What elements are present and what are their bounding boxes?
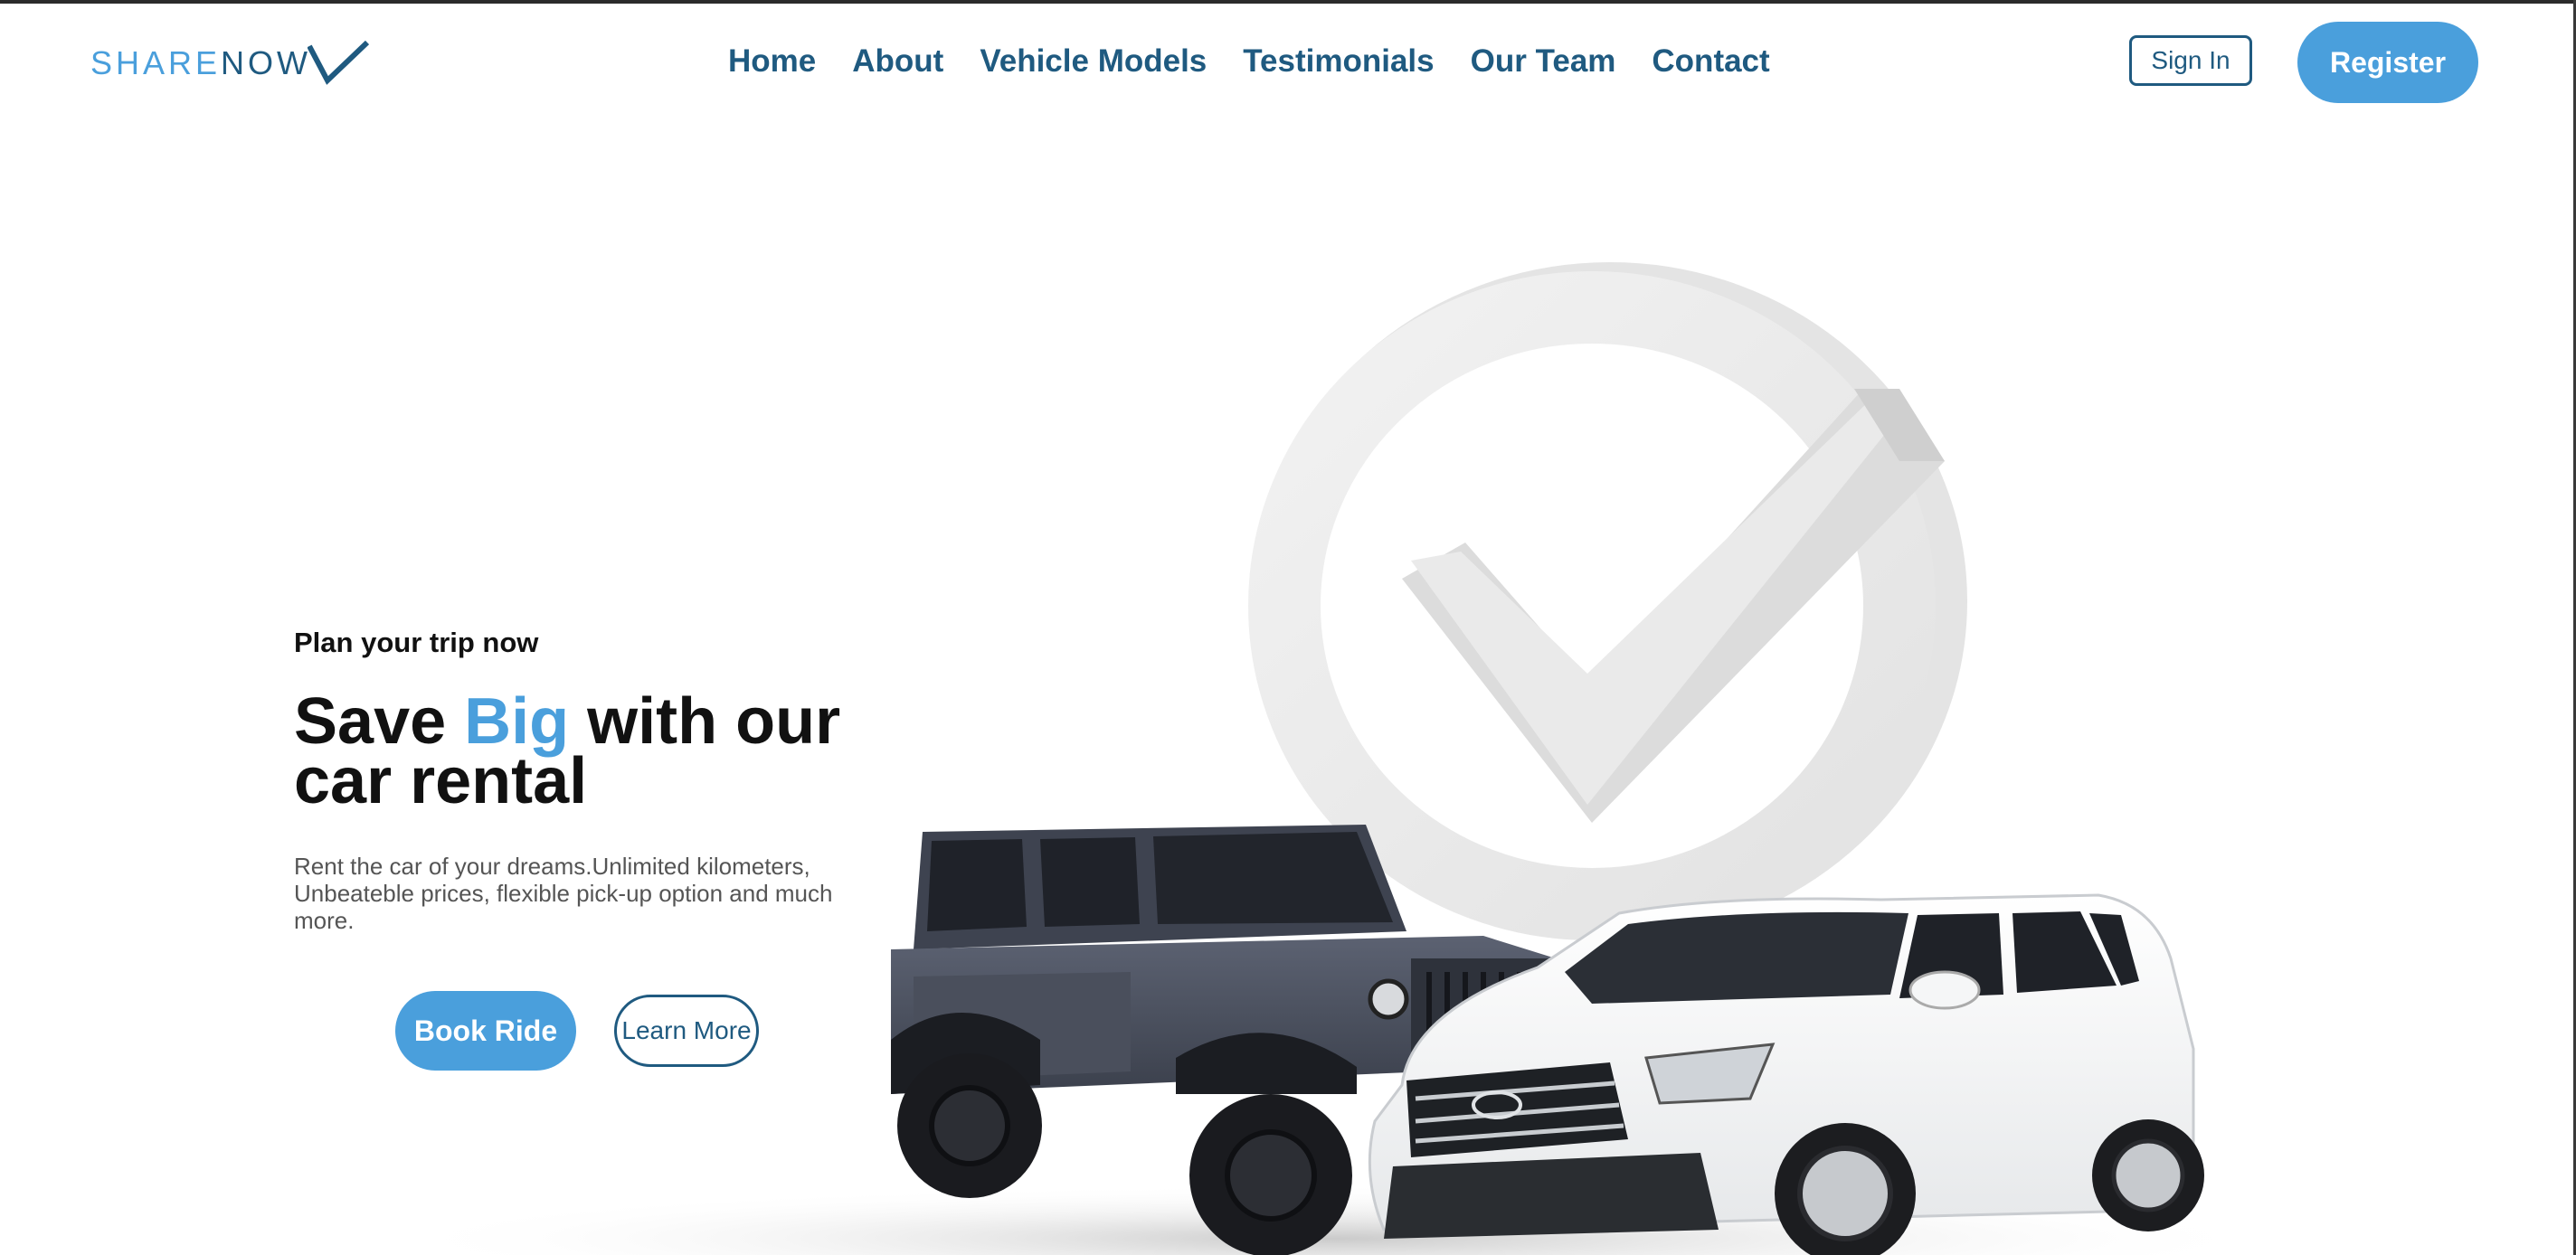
hero-headline: Save Big with our car rental: [294, 689, 855, 814]
hero-eyebrow: Plan your trip now: [294, 627, 539, 658]
checkmark-badge-icon: [1248, 262, 1967, 940]
hero-description: Rent the car of your dreams.Unlimited ki…: [294, 853, 833, 934]
book-ride-button[interactable]: Book Ride: [395, 991, 576, 1071]
learn-more-button[interactable]: Learn More: [614, 995, 759, 1067]
